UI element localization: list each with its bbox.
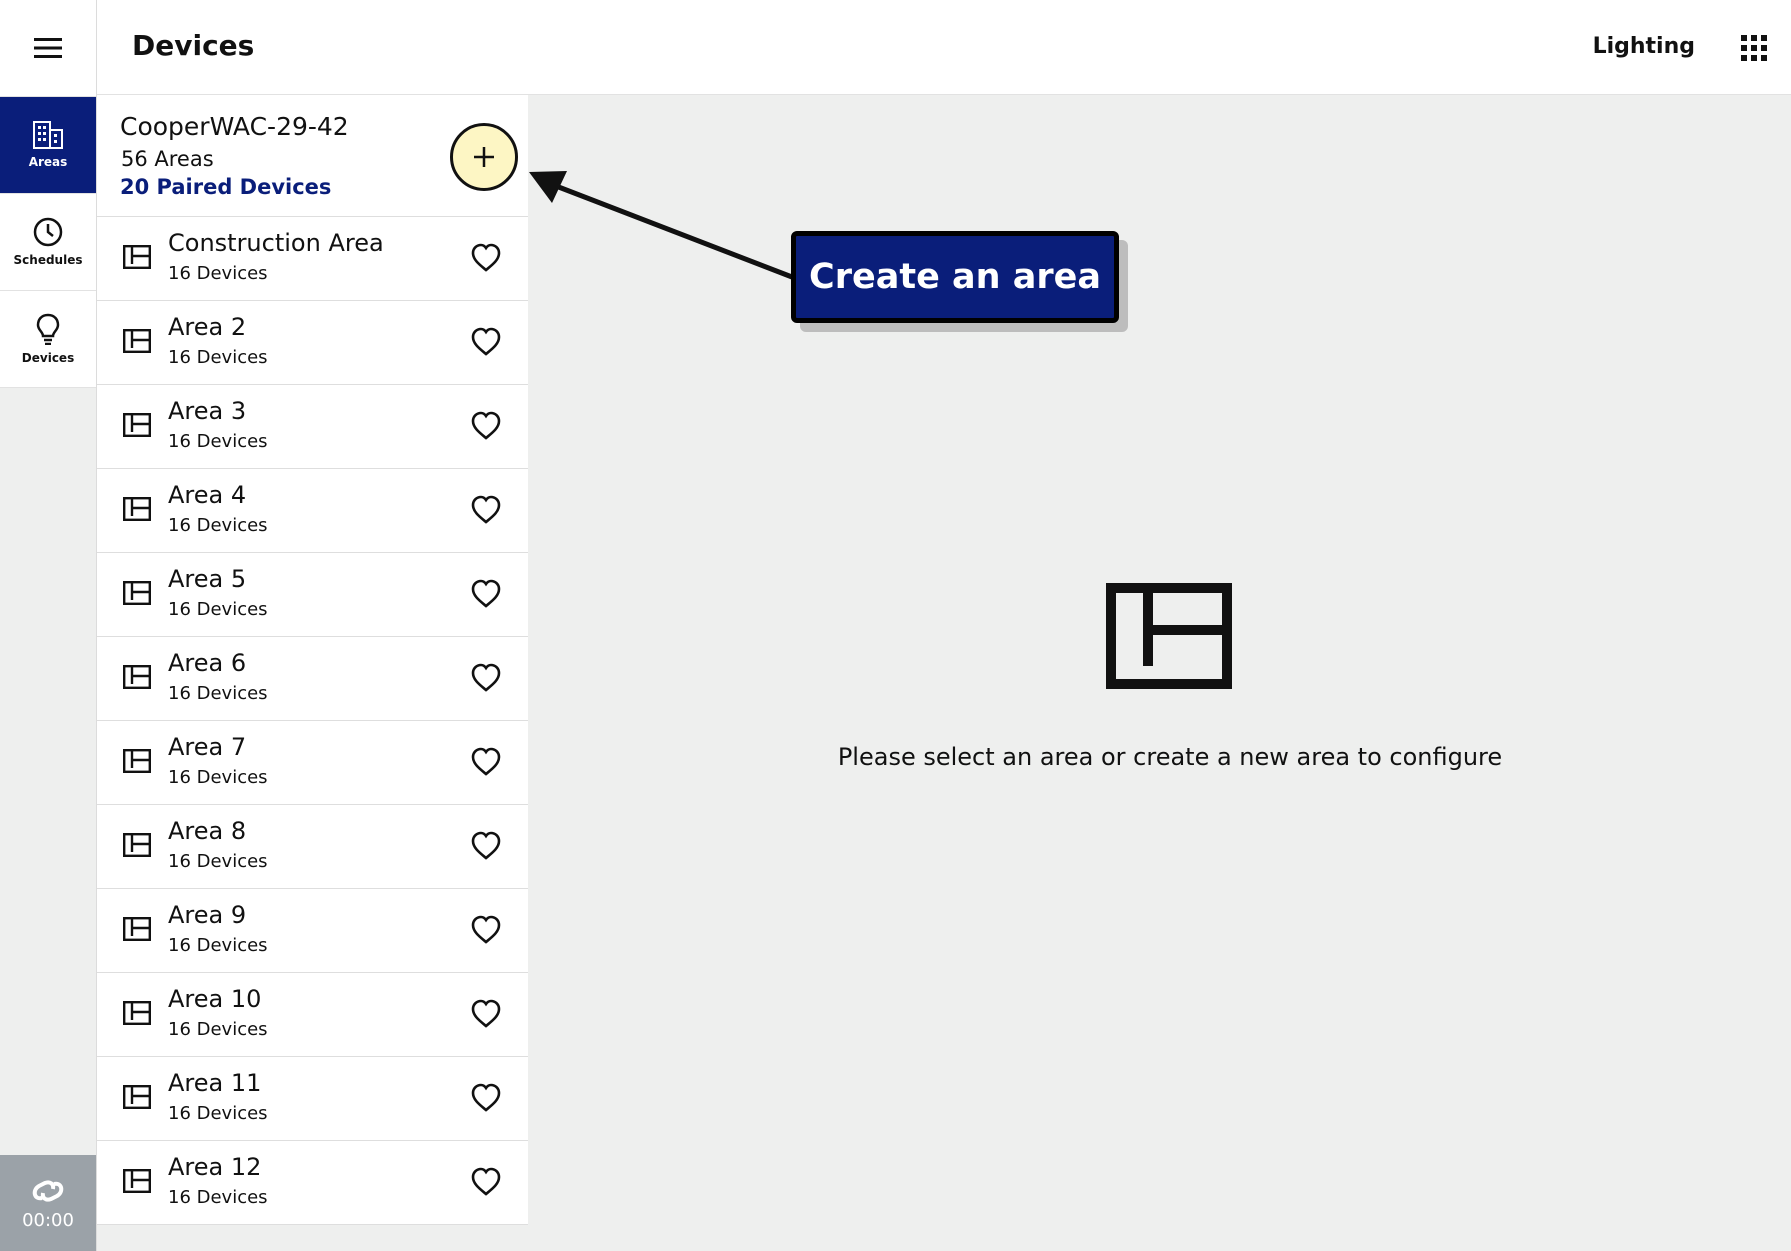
floorplan-icon <box>123 245 151 269</box>
area-device-count: 16 Devices <box>168 515 268 536</box>
floorplan-icon <box>123 665 151 689</box>
area-device-count: 16 Devices <box>168 767 268 788</box>
area-list-item[interactable]: Area 6 16 Devices <box>97 637 528 721</box>
paired-devices-link[interactable]: 20 Paired Devices <box>120 175 331 199</box>
hamburger-icon <box>34 38 62 58</box>
nav-item-devices[interactable]: Devices <box>0 291 96 388</box>
favorite-heart-icon[interactable] <box>470 1167 502 1197</box>
app-grid-icon[interactable] <box>1741 35 1767 61</box>
connection-status: 00:00 <box>0 1155 96 1251</box>
area-list-item[interactable]: Construction Area 16 Devices <box>97 217 528 301</box>
navigation-rail: Areas Schedules Devices 00:00 <box>0 0 97 1251</box>
area-name: Area 2 <box>168 313 247 341</box>
floorplan-icon <box>123 1169 151 1193</box>
app-switcher-label[interactable]: Lighting <box>1593 34 1695 59</box>
favorite-heart-icon[interactable] <box>470 915 502 945</box>
clock-icon <box>33 217 63 247</box>
status-time: 00:00 <box>22 1209 74 1231</box>
area-device-count: 16 Devices <box>168 263 268 284</box>
area-device-count: 16 Devices <box>168 347 268 368</box>
building-icon <box>33 121 63 149</box>
favorite-heart-icon[interactable] <box>470 747 502 777</box>
floorplan-icon <box>123 749 151 773</box>
favorite-heart-icon[interactable] <box>470 663 502 693</box>
area-list-item[interactable]: Area 5 16 Devices <box>97 553 528 637</box>
area-name: Area 12 <box>168 1153 262 1181</box>
area-device-count: 16 Devices <box>168 431 268 452</box>
floorplan-icon <box>123 413 151 437</box>
area-list-item[interactable]: Area 10 16 Devices <box>97 973 528 1057</box>
favorite-heart-icon[interactable] <box>470 579 502 609</box>
empty-state-message: Please select an area or create a new ar… <box>837 743 1503 771</box>
floorplan-icon <box>123 329 151 353</box>
page-title: Devices <box>132 29 255 62</box>
floorplan-icon <box>123 1001 151 1025</box>
floorplan-icon <box>123 833 151 857</box>
area-list-item[interactable]: Area 12 16 Devices <box>97 1141 528 1225</box>
area-name: Area 3 <box>168 397 247 425</box>
nav-item-areas[interactable]: Areas <box>0 97 96 194</box>
area-device-count: 16 Devices <box>168 935 268 956</box>
controller-summary: CooperWAC-29-42 56 Areas 20 Paired Devic… <box>97 95 528 217</box>
area-list-item[interactable]: Area 4 16 Devices <box>97 469 528 553</box>
floorplan-icon <box>123 917 151 941</box>
area-name: Area 4 <box>168 481 247 509</box>
nav-label-devices: Devices <box>21 351 75 365</box>
area-name: Area 6 <box>168 649 247 677</box>
nav-label-schedules: Schedules <box>13 253 83 267</box>
area-list-item[interactable]: Area 8 16 Devices <box>97 805 528 889</box>
link-icon <box>32 1179 64 1202</box>
add-area-button[interactable] <box>450 123 518 191</box>
area-name: Construction Area <box>168 229 384 257</box>
favorite-heart-icon[interactable] <box>470 327 502 357</box>
area-device-count: 16 Devices <box>168 851 268 872</box>
area-name: Area 5 <box>168 565 247 593</box>
area-list-item[interactable]: Area 3 16 Devices <box>97 385 528 469</box>
area-name: Area 7 <box>168 733 247 761</box>
area-list-panel: CooperWAC-29-42 56 Areas 20 Paired Devic… <box>97 95 528 1225</box>
plus-icon <box>474 147 494 167</box>
area-list-item[interactable]: Area 2 16 Devices <box>97 301 528 385</box>
top-bar: Devices Lighting <box>97 0 1791 95</box>
favorite-heart-icon[interactable] <box>470 1083 502 1113</box>
favorite-heart-icon[interactable] <box>470 411 502 441</box>
area-name: Area 10 <box>168 985 262 1013</box>
area-count: 56 Areas <box>121 147 214 171</box>
area-device-count: 16 Devices <box>168 1187 268 1208</box>
area-device-count: 16 Devices <box>168 1103 268 1124</box>
area-list-item[interactable]: Area 7 16 Devices <box>97 721 528 805</box>
favorite-heart-icon[interactable] <box>470 243 502 273</box>
area-device-count: 16 Devices <box>168 683 268 704</box>
area-list-item[interactable]: Area 9 16 Devices <box>97 889 528 973</box>
area-device-count: 16 Devices <box>168 599 268 620</box>
lightbulb-icon <box>36 313 60 345</box>
area-name: Area 8 <box>168 817 247 845</box>
nav-item-schedules[interactable]: Schedules <box>0 194 96 291</box>
favorite-heart-icon[interactable] <box>470 831 502 861</box>
area-name: Area 11 <box>168 1069 262 1097</box>
floorplan-icon <box>123 497 151 521</box>
hamburger-menu-button[interactable] <box>0 0 96 97</box>
create-area-callout: Create an area <box>791 231 1119 323</box>
favorite-heart-icon[interactable] <box>470 495 502 525</box>
area-device-count: 16 Devices <box>168 1019 268 1040</box>
floorplan-icon <box>123 581 151 605</box>
floorplan-icon <box>123 1085 151 1109</box>
floorplan-empty-state-icon <box>1106 583 1232 689</box>
nav-label-areas: Areas <box>28 155 68 169</box>
controller-name: CooperWAC-29-42 <box>120 112 349 141</box>
area-list-item[interactable]: Area 11 16 Devices <box>97 1057 528 1141</box>
area-name: Area 9 <box>168 901 247 929</box>
favorite-heart-icon[interactable] <box>470 999 502 1029</box>
